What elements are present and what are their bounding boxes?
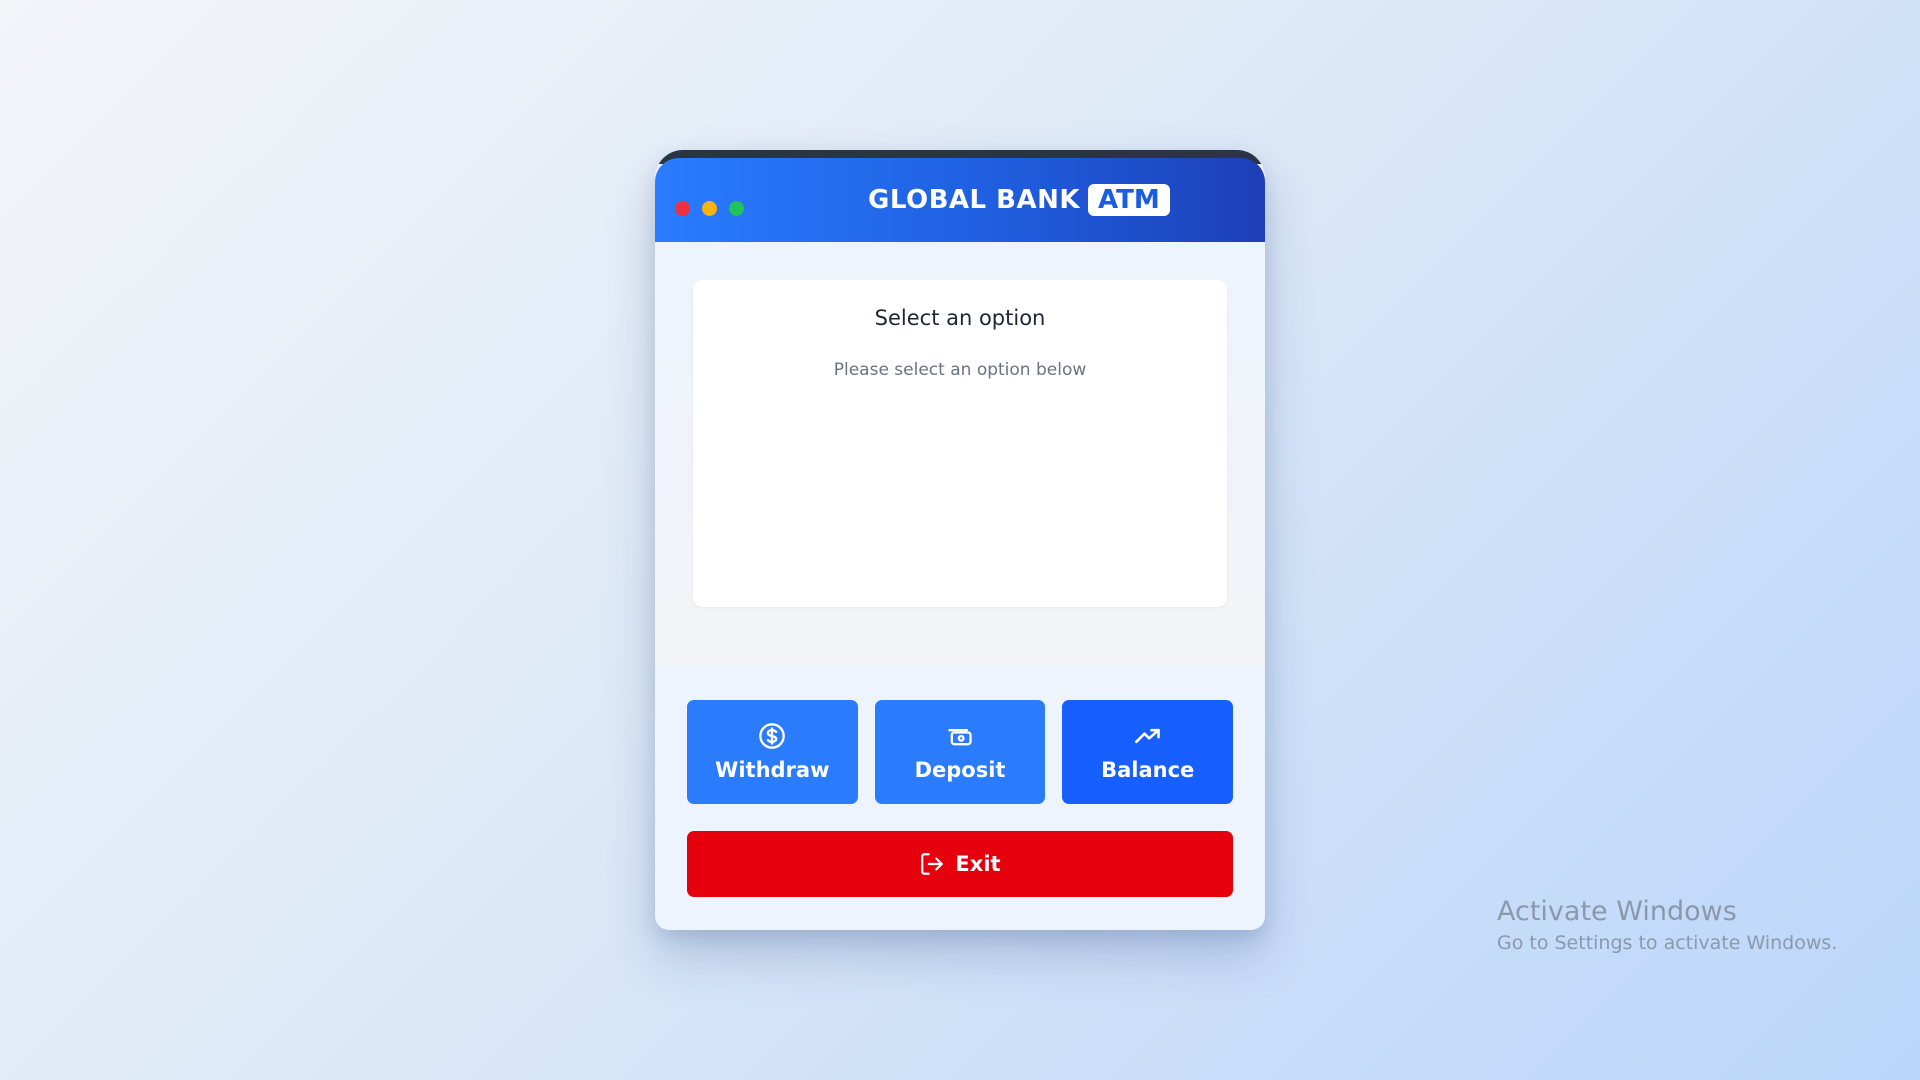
screen-title: Select an option <box>874 306 1046 330</box>
activation-subtitle: Go to Settings to activate Windows. <box>1497 932 1838 954</box>
screen-subtitle: Please select an option below <box>833 360 1087 380</box>
activation-title: Activate Windows <box>1497 896 1737 927</box>
minimize-dot[interactable] <box>702 201 717 216</box>
balance-button[interactable]: Balance <box>1062 700 1234 804</box>
maximize-dot[interactable] <box>729 201 744 216</box>
banknote-icon <box>946 722 974 750</box>
withdraw-label: Withdraw <box>715 758 830 782</box>
trending-up-icon <box>1134 722 1162 750</box>
deposit-button[interactable]: Deposit <box>874 700 1046 804</box>
balance-label: Balance <box>1101 758 1195 782</box>
brand-badge: ATM <box>1088 184 1170 216</box>
option-row: Withdraw Deposit Balance <box>687 700 1234 804</box>
windows-activation-watermark: Activate Windows Go to Settings to activ… <box>1497 895 1837 957</box>
brand-name: GLOBAL BANK <box>868 185 1080 215</box>
header-bar: GLOBAL BANK ATM <box>655 158 1265 242</box>
withdraw-button[interactable]: Withdraw <box>687 700 858 804</box>
controls: Withdraw Deposit Balance Exit <box>687 700 1234 897</box>
exit-button[interactable]: Exit <box>687 831 1233 897</box>
close-dot[interactable] <box>675 201 690 216</box>
dollar-circle-icon <box>758 722 786 750</box>
screen-area: Select an option Please select an option… <box>655 242 1265 666</box>
window-controls <box>675 201 744 216</box>
deposit-label: Deposit <box>914 758 1006 782</box>
atm-window: GLOBAL BANK ATM Select an option Please … <box>655 150 1265 930</box>
brand: GLOBAL BANK ATM <box>868 184 1265 216</box>
exit-label: Exit <box>955 852 1001 876</box>
screen-card: Select an option Please select an option… <box>693 280 1227 607</box>
log-out-icon <box>919 851 945 877</box>
